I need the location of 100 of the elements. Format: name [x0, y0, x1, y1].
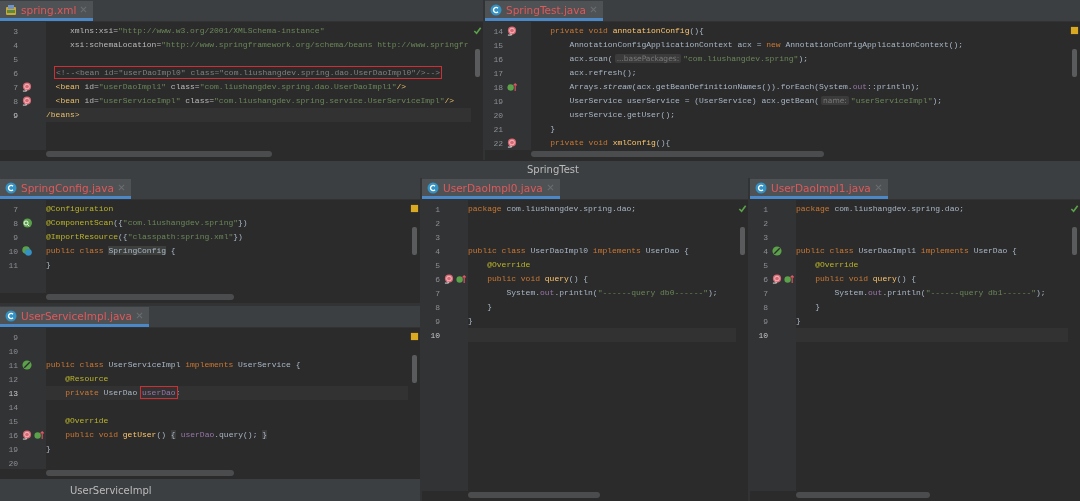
code-line: public void getUser() { userDao.query(); } — [64, 429, 269, 441]
horizontal-scrollbar[interactable] — [46, 470, 235, 476]
line-number: 7 — [762, 288, 768, 298]
line-number: 9 — [434, 316, 440, 326]
no-problems-icon[interactable] — [1069, 204, 1079, 213]
horizontal-scrollbar[interactable] — [468, 492, 600, 498]
line-number: 10 — [757, 330, 768, 340]
horizontal-scrollbar[interactable] — [46, 294, 235, 300]
bean-marker-icon[interactable] — [772, 274, 782, 284]
vertical-scrollbar[interactable] — [1071, 227, 1077, 255]
bean-search-icon[interactable] — [22, 218, 32, 228]
horizontal-scrollbar[interactable] — [531, 151, 825, 157]
line-number: 19 — [7, 444, 18, 454]
line-number: 9 — [12, 110, 18, 120]
code-line: <bean id="userServiceImpl" class="com.liushangdev.spring.service.UserServiceImpl"/> — [54, 95, 455, 107]
line-number: 14 — [492, 26, 503, 36]
spring-bean-icon[interactable] — [772, 246, 782, 256]
code-line: public class UserDaoImpl1 implements UserDao { — [796, 245, 1017, 257]
code-line: xsi:schemaLocation="http://www.springframework.org/schema/beans http://www.springfr — [69, 39, 469, 51]
line-number: 16 — [7, 430, 18, 440]
split-title: SpringTest — [527, 164, 579, 175]
override-marker-icon[interactable] — [507, 82, 517, 92]
code-line: xmlns:xsi="http://www.w3.org/2001/XMLSchema-instance" — [69, 25, 325, 37]
file-tab[interactable]: UserDaoImpl0.java — [422, 179, 560, 199]
breadcrumb[interactable]: UserServiceImpl — [70, 484, 152, 496]
vertical-scrollbar[interactable] — [411, 227, 417, 255]
code-line: System.out.println("------query db1------"); — [833, 287, 1046, 299]
line-number: 6 — [434, 274, 440, 284]
line-number: 2 — [434, 218, 440, 228]
file-tab[interactable]: spring.xml — [0, 1, 94, 21]
line-number: 4 — [762, 246, 768, 256]
code-line: private void xmlConfig(){ — [549, 137, 671, 149]
no-problems-icon[interactable] — [737, 204, 747, 213]
line-number: 7 — [12, 204, 18, 214]
warning-marker-icon[interactable] — [409, 332, 419, 341]
code-line: } — [814, 301, 820, 313]
line-number: 11 — [7, 360, 18, 370]
bean-marker-icon[interactable] — [507, 26, 517, 36]
file-tab[interactable]: UserServiceImpl.java — [0, 307, 149, 327]
bean-marker-icon[interactable] — [507, 138, 517, 148]
bean-marker-icon[interactable] — [22, 82, 32, 92]
line-number: 20 — [492, 110, 503, 120]
line-number: 15 — [492, 40, 503, 50]
warning-marker-icon[interactable] — [409, 204, 419, 213]
line-number: 2 — [762, 218, 768, 228]
vertical-scrollbar[interactable] — [1071, 49, 1077, 77]
spring-config-icon[interactable] — [22, 246, 32, 256]
warning-marker-icon[interactable] — [1069, 26, 1079, 35]
line-number: 4 — [12, 40, 18, 50]
code-line: @Resource — [64, 373, 109, 385]
line-number: 1 — [762, 204, 768, 214]
override-marker-icon[interactable] — [784, 274, 794, 284]
vertical-scrollbar[interactable] — [739, 227, 745, 255]
file-tab[interactable]: SpringConfig.java — [0, 179, 131, 199]
code-line: private void annotationConfig(){ — [549, 25, 704, 37]
code-line: AnnotationConfigApplicationContext acx = new AnnotationConfigApplicationContext(); — [568, 39, 964, 51]
line-number: 8 — [434, 302, 440, 312]
line-number: 8 — [12, 96, 18, 106]
code-line: package com.liushangdev.spring.dao; — [796, 203, 965, 215]
horizontal-scrollbar[interactable] — [796, 492, 931, 498]
line-number: 5 — [434, 260, 440, 270]
line-number: 1 — [434, 204, 440, 214]
line-number: 7 — [434, 288, 440, 298]
file-tab[interactable]: UserDaoImpl1.java — [750, 179, 888, 199]
code-line: /beans> — [46, 109, 80, 121]
line-number: 9 — [12, 232, 18, 242]
line-number: 13 — [7, 388, 18, 398]
file-tab[interactable]: SpringTest.java — [485, 1, 603, 21]
horizontal-scrollbar[interactable] — [46, 151, 273, 157]
bean-marker-icon[interactable] — [22, 430, 32, 440]
bean-marker-icon[interactable] — [22, 96, 32, 106]
code-line: <!--<bean id="userDaoImpl0" class="com.liushangdev.spring.dao.UserDaoImpl0"/>--> — [55, 67, 441, 79]
code-line: @Override — [814, 259, 859, 271]
line-number: 6 — [12, 68, 18, 78]
no-problems-icon[interactable] — [472, 26, 482, 35]
vertical-scrollbar[interactable] — [474, 49, 480, 77]
vertical-scrollbar[interactable] — [411, 355, 417, 383]
code-line: } — [486, 301, 492, 313]
line-number: 10 — [7, 346, 18, 356]
line-number: 18 — [492, 82, 503, 92]
line-number: 22 — [492, 138, 503, 148]
class-file-icon — [5, 181, 17, 194]
class-file-icon — [755, 181, 767, 194]
code-line: } — [468, 315, 473, 327]
line-number: 19 — [492, 96, 503, 106]
code-line: package com.liushangdev.spring.dao; — [468, 203, 637, 215]
class-file-icon — [490, 3, 502, 16]
class-file-icon — [427, 181, 439, 194]
override-marker-icon[interactable] — [456, 274, 466, 284]
line-number: 8 — [762, 302, 768, 312]
override-marker-icon[interactable] — [34, 430, 44, 440]
bean-marker-icon[interactable] — [444, 274, 454, 284]
line-number: 5 — [762, 260, 768, 270]
line-number: 3 — [12, 26, 18, 36]
code-line: userService.getUser(); — [568, 109, 676, 121]
xml-file-icon — [5, 3, 17, 16]
line-number: 7 — [12, 82, 18, 92]
line-number: 10 — [7, 246, 18, 256]
spring-bean-icon[interactable] — [22, 360, 32, 370]
code-line: public void query() { — [814, 273, 917, 285]
